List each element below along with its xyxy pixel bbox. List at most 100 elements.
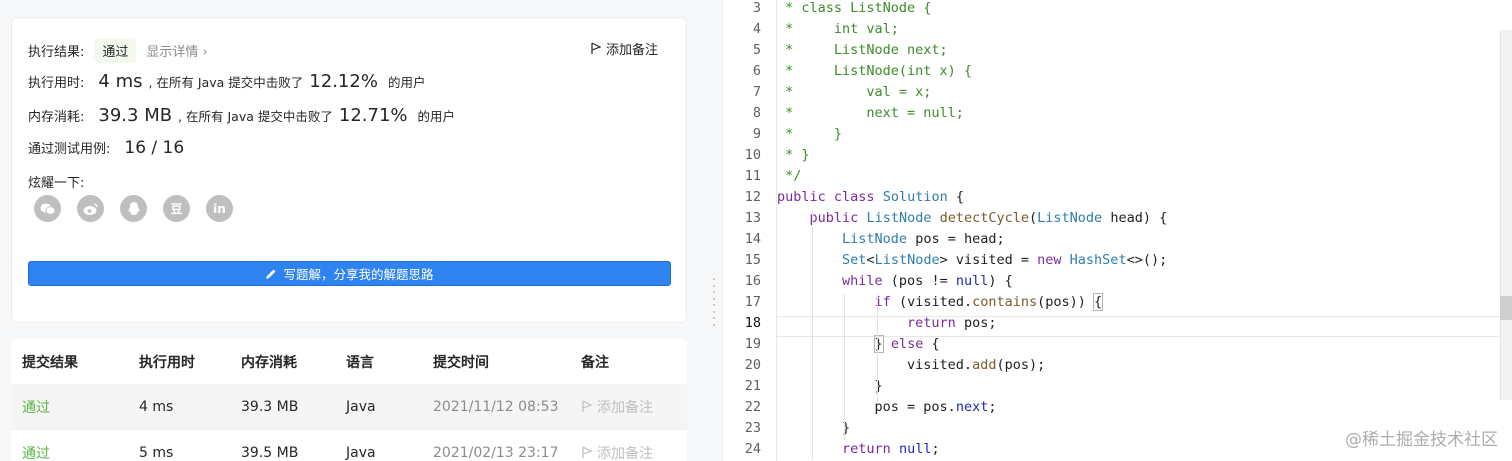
line-number: 24 (744, 441, 761, 457)
runtime-percent: 12.12% (309, 71, 378, 92)
code-editor[interactable]: 3 4 5 6 7 8 9 10 11 12 13 14 15 16 17 18 19 20 21 22 23 24 * … (722, 0, 1512, 461)
code-line[interactable]: public class Solution { (777, 187, 964, 208)
header-time: 提交时间 (433, 354, 489, 371)
code-line[interactable]: Set<ListNode> visited = new HashSet<>(); (777, 250, 1167, 271)
line-number: 7 (752, 84, 761, 100)
row-memory: 39.3 MB (241, 398, 299, 415)
code-line[interactable]: public ListNode detectCycle(ListNode hea… (777, 208, 1168, 229)
row-language: Java (346, 398, 376, 415)
code-line[interactable]: return pos; (777, 313, 996, 334)
douban-icon[interactable]: 豆 (163, 195, 190, 222)
scrollbar-thumb[interactable] (1500, 296, 1512, 320)
row-add-note-label: 添加备注 (597, 399, 653, 416)
row-language: Java (346, 444, 376, 461)
left-panel: 执行结果: 通过 显示详情 › 添加备注 执行用时: 4 ms , 在所有 Ja… (0, 0, 700, 461)
row-memory: 39.5 MB (241, 444, 299, 461)
row-result-link[interactable]: 通过 (22, 430, 50, 461)
code-line[interactable]: * int val; (777, 19, 899, 40)
runtime-value: 4 ms (98, 71, 143, 92)
share-icons: 豆 in (34, 195, 233, 222)
watermark: @稀土掘金技术社区 (1345, 430, 1498, 450)
code-line[interactable]: visited.add(pos); (777, 355, 1045, 376)
row-time: 2021/02/13 23:17 (433, 444, 559, 461)
indent-guide (844, 294, 846, 440)
row-add-note-button[interactable]: 添加备注 (581, 384, 653, 429)
flag-icon (582, 400, 593, 412)
line-number: 3 (752, 0, 761, 16)
line-number: 18 (744, 315, 761, 331)
row-result-link[interactable]: 通过 (22, 384, 50, 429)
submissions-table: 提交结果 执行用时 内存消耗 语言 提交时间 备注 通过 4 ms 39.3 M… (11, 339, 687, 461)
code-line[interactable]: return null; (777, 439, 940, 460)
line-number: 20 (744, 357, 761, 373)
weibo-icon[interactable] (77, 195, 104, 222)
row-add-note-label: 添加备注 (597, 445, 653, 461)
code-line[interactable]: * } (777, 145, 809, 166)
runtime-suffix: 的用户 (387, 75, 426, 90)
add-note-button[interactable]: 添加备注 (590, 39, 658, 58)
line-number: 10 (744, 147, 761, 163)
editor-scrollbar[interactable] (1500, 30, 1512, 400)
line-number: 14 (744, 231, 761, 247)
line-number-gutter: 3 4 5 6 7 8 9 10 11 12 13 14 15 16 17 18 19 20 21 22 23 24 (723, 0, 768, 461)
line-number: 11 (744, 168, 761, 184)
line-number: 17 (744, 294, 761, 310)
pencil-icon (266, 269, 276, 279)
header-runtime: 执行用时 (139, 354, 195, 371)
line-number: 9 (752, 126, 761, 142)
code-line[interactable]: } (777, 418, 850, 439)
code-line[interactable]: * class ListNode { (777, 0, 931, 19)
result-row: 执行结果: 通过 显示详情 › (28, 38, 208, 63)
flag-icon (582, 446, 593, 458)
line-number: 5 (752, 42, 761, 58)
runtime-row: 执行用时: 4 ms , 在所有 Java 提交中击败了 12.12% 的用户 (28, 71, 425, 92)
code-area[interactable]: * class ListNode { * int val; * ListNode… (777, 0, 1512, 461)
row-add-note-button[interactable]: 添加备注 (581, 430, 653, 461)
code-line[interactable]: * ListNode next; (777, 40, 948, 61)
leetcode-submission-page: 执行结果: 通过 显示详情 › 添加备注 执行用时: 4 ms , 在所有 Ja… (0, 0, 1512, 461)
memory-row: 内存消耗: 39.3 MB , 在所有 Java 提交中击败了 12.71% 的… (28, 105, 455, 126)
result-label: 执行结果: (28, 45, 85, 60)
code-line[interactable]: * ListNode(int x) { (777, 61, 972, 82)
code-line[interactable]: * next = null; (777, 103, 964, 124)
line-number: 23 (744, 420, 761, 436)
code-line[interactable]: * } (777, 124, 842, 145)
line-number: 21 (744, 378, 761, 394)
code-line[interactable]: } else { (777, 334, 940, 355)
header-note: 备注 (581, 354, 609, 371)
line-number: 12 (744, 189, 761, 205)
line-number: 6 (752, 63, 761, 79)
wechat-icon[interactable] (34, 195, 61, 222)
memory-value: 39.3 MB (98, 105, 173, 126)
code-line[interactable]: pos = pos.next; (777, 397, 997, 418)
table-row[interactable]: 通过 4 ms 39.3 MB Java 2021/11/12 08:53 添加… (11, 384, 687, 429)
memory-beats-text: , 在所有 Java 提交中击败了 (178, 109, 333, 124)
line-number: 22 (744, 399, 761, 415)
show-details-link[interactable]: 显示详情 › (146, 41, 207, 60)
header-result: 提交结果 (22, 354, 78, 371)
memory-label: 内存消耗: (28, 110, 85, 125)
line-number: 13 (744, 210, 761, 226)
line-number: 15 (744, 252, 761, 268)
tests-value: 16 / 16 (124, 138, 185, 158)
line-number: 16 (744, 273, 761, 289)
linkedin-icon[interactable]: in (206, 195, 233, 222)
line-number: 8 (752, 105, 761, 121)
indent-guide (876, 294, 878, 403)
line-number: 19 (744, 336, 761, 352)
share-label: 炫耀一下: (28, 176, 85, 191)
header-language: 语言 (346, 354, 374, 371)
table-header: 提交结果 执行用时 内存消耗 语言 提交时间 备注 (11, 339, 687, 384)
code-line[interactable]: */ (777, 166, 801, 187)
runtime-label: 执行用时: (28, 76, 85, 91)
code-line[interactable]: if (visited.contains(pos)) { (777, 292, 1104, 313)
row-runtime: 5 ms (139, 444, 174, 461)
write-solution-button[interactable]: 写题解，分享我的解题思路 (28, 261, 671, 286)
tests-row: 通过测试用例: 16 / 16 (28, 138, 184, 158)
panel-resize-handle[interactable] (712, 278, 716, 326)
table-row[interactable]: 通过 5 ms 39.5 MB Java 2021/02/13 23:17 添加… (11, 429, 687, 461)
qq-icon[interactable] (120, 195, 147, 222)
code-line[interactable]: } (777, 376, 883, 397)
code-line[interactable]: * val = x; (777, 82, 931, 103)
row-runtime: 4 ms (139, 398, 174, 415)
